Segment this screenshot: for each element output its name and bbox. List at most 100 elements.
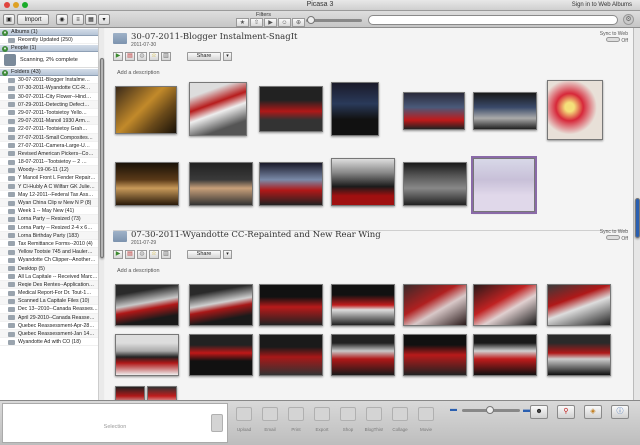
filter-video-button[interactable]: ▶	[264, 18, 277, 27]
filter-upload-button[interactable]: ⇧	[250, 18, 263, 27]
photo-thumbnail[interactable]	[547, 284, 611, 326]
photo-thumbnail[interactable]	[331, 284, 395, 326]
photo-thumbnail[interactable]	[403, 284, 467, 326]
collage-action-button[interactable]	[392, 407, 408, 421]
sidebar-folder-item[interactable]: May 12-2011--Federal Tax Ass…	[0, 191, 103, 199]
list-view-button[interactable]: ≡	[72, 14, 84, 25]
share-button[interactable]: Share	[187, 250, 221, 259]
photo-thumbnail[interactable]	[403, 92, 465, 130]
sign-in-link[interactable]: Sign in to Web Albums	[572, 2, 632, 8]
blogthis-action-button[interactable]	[366, 407, 382, 421]
people-button[interactable]: ☻	[530, 405, 548, 419]
filter-geotag-button[interactable]: ⊕	[292, 18, 305, 27]
sync-toggle[interactable]	[606, 235, 621, 240]
photo-thumbnail[interactable]	[189, 82, 247, 136]
sidebar-folder-item[interactable]: Quebec Reassessment-Apr-28…	[0, 322, 103, 330]
sidebar-folder-item[interactable]: Lorna Birthday Party (183)	[0, 231, 103, 240]
main-scrollbar[interactable]	[633, 28, 640, 400]
album-title[interactable]: 30-07-2011-Blogger Instalment-SnagIt	[131, 32, 297, 42]
star-button[interactable]: ☆	[149, 52, 159, 61]
star-button[interactable]: ☆	[149, 250, 159, 259]
photo-thumbnail-selected[interactable]	[471, 156, 537, 214]
sidebar-folder-item[interactable]: 22-07-2011-Tootsietoy Grah…	[0, 125, 103, 134]
print-action-button[interactable]	[288, 407, 304, 421]
photo-thumbnail[interactable]	[189, 334, 253, 376]
geotag-button[interactable]: ◍	[137, 250, 147, 259]
photo-thumbnail[interactable]	[331, 158, 395, 206]
sidebar-folder-item[interactable]: Wyandotte Ad with CO (18)	[0, 338, 103, 347]
share-dropdown-button[interactable]: ▾	[223, 52, 232, 61]
photo-thumbnail[interactable]	[403, 162, 467, 206]
photo-thumbnail[interactable]	[473, 284, 537, 326]
import-icon-button[interactable]: ▣	[3, 14, 15, 25]
sidebar-folder-item[interactable]: Y Cl-Hubly A C Wilfarr GK Julie…	[0, 182, 103, 191]
sidebar-folder-item[interactable]: Reqie Des Rentes--Application…	[0, 280, 103, 290]
search-input[interactable]	[368, 15, 618, 25]
sidebar-folder-item[interactable]: All La Capitale -- Received Marc…	[0, 273, 103, 281]
sidebar-folder-item[interactable]: Yellow Tootsie 745 and Hauler…	[0, 248, 103, 257]
photo-thumbnail[interactable]	[331, 82, 379, 136]
sidebar-folder-item[interactable]: Revised American Pickers--Co…	[0, 149, 103, 159]
photo-thumbnail[interactable]	[547, 334, 611, 376]
photo-thumbnail[interactable]	[403, 334, 467, 376]
sidebar-folder-item[interactable]: Desktop (5)	[0, 264, 103, 273]
sidebar-folder-item[interactable]: Tax Remittance Forms--2010 (4)	[0, 240, 103, 249]
photo-thumbnail[interactable]	[147, 386, 177, 400]
sidebar-folder-item[interactable]: Medical Report-For Dr. Tout-1…	[0, 289, 103, 298]
sidebar-folder-item[interactable]: 30-07-2011-Blogger Instalme…	[0, 76, 103, 85]
people-section-header[interactable]: ▾ People (1)	[0, 44, 103, 53]
photo-thumbnail[interactable]	[259, 334, 323, 376]
grid-view-button[interactable]: ▦	[85, 14, 97, 25]
collage-button[interactable]: ▤	[125, 250, 135, 259]
movie-action-button[interactable]	[418, 407, 434, 421]
movie-button[interactable]: ▥	[161, 52, 171, 61]
sidebar-folder-item[interactable]: 27-07-2011-Small Composites…	[0, 133, 103, 142]
photo-thumbnail[interactable]	[259, 284, 323, 326]
folders-section-header[interactable]: ▾ Folders (43)	[0, 68, 103, 77]
view-toggle-button[interactable]: ◉	[56, 14, 68, 25]
photo-thumbnail[interactable]	[189, 162, 253, 206]
selection-tray[interactable]: Selection	[2, 403, 228, 443]
hold-icon[interactable]	[211, 414, 223, 432]
sidebar-folder-item[interactable]: Wyandotte Ch Clipper--Another…	[0, 256, 103, 265]
sidebar-folder-item[interactable]: Quebec Reassessment-Jan 14…	[0, 330, 103, 339]
sync-to-web[interactable]: Sync to Web Off	[600, 229, 628, 242]
share-dropdown-button[interactable]: ▾	[223, 250, 232, 259]
sidebar-folder-item[interactable]: 27-07-2011-Camera-Large-U…	[0, 142, 103, 150]
albums-section-header[interactable]: ▾ Albums (1)	[0, 28, 103, 36]
sync-toggle[interactable]	[606, 37, 621, 42]
share-button[interactable]: Share	[187, 52, 221, 61]
sidebar-folder-item[interactable]: Woody--19-06-11 (12)	[0, 166, 103, 175]
play-slideshow-button[interactable]: ▶	[113, 250, 123, 259]
sidebar-folder-item[interactable]: Lorna Party -- Resized (73)	[0, 215, 103, 224]
sidebar-folder-item[interactable]: 30-07-2011-City Flower--Hind…	[0, 93, 103, 101]
sidebar-folder-item[interactable]: Scanned La Capitale Files (10)	[0, 297, 103, 306]
shop-action-button[interactable]	[340, 407, 356, 421]
sidebar-folder-item[interactable]: 07-29-2011-Detecting Defect…	[0, 100, 103, 109]
sidebar-folder-item[interactable]: 18-07-2011--Tootsietoy -- 2 …	[0, 158, 103, 167]
tags-button[interactable]: ◈	[584, 405, 602, 419]
sidebar-scrollbar[interactable]	[98, 28, 104, 400]
places-button[interactable]: ⚲	[557, 405, 575, 419]
photo-thumbnail[interactable]	[331, 334, 395, 376]
filter-star-button[interactable]: ★	[236, 18, 249, 27]
filter-person-button[interactable]: ☺	[278, 18, 291, 27]
collapse-icon[interactable]: ▾	[2, 29, 8, 36]
sidebar-folder-item[interactable]: Y Manoil Front L Fender Repair…	[0, 174, 103, 183]
photo-thumbnail[interactable]	[259, 162, 323, 206]
photo-thumbnail[interactable]	[115, 162, 179, 206]
sidebar-folder-item[interactable]: April 29-2010--Canada Reasse…	[0, 313, 103, 322]
sidebar-folder-item[interactable]: Week 1 -- May New (41)	[0, 207, 103, 216]
photo-thumbnail[interactable]	[115, 86, 177, 134]
play-slideshow-button[interactable]: ▶	[113, 52, 123, 61]
photo-thumbnail[interactable]	[473, 92, 537, 130]
sidebar-folder-item[interactable]: Wyan China Clip w New N P (8)	[0, 199, 103, 208]
main-scrollbar-thumb[interactable]	[635, 198, 640, 238]
gear-icon[interactable]: ⚙	[623, 14, 634, 25]
sidebar-folder-item[interactable]: 29-07-2011-Manoil 1930 Arm…	[0, 117, 103, 126]
album-description-input[interactable]: Add a description	[117, 70, 160, 76]
collapse-icon[interactable]: ▾	[2, 45, 8, 52]
thumbnail-size-knob[interactable]	[486, 406, 494, 414]
collage-button[interactable]: ▤	[125, 52, 135, 61]
photo-thumbnail[interactable]	[115, 284, 179, 326]
